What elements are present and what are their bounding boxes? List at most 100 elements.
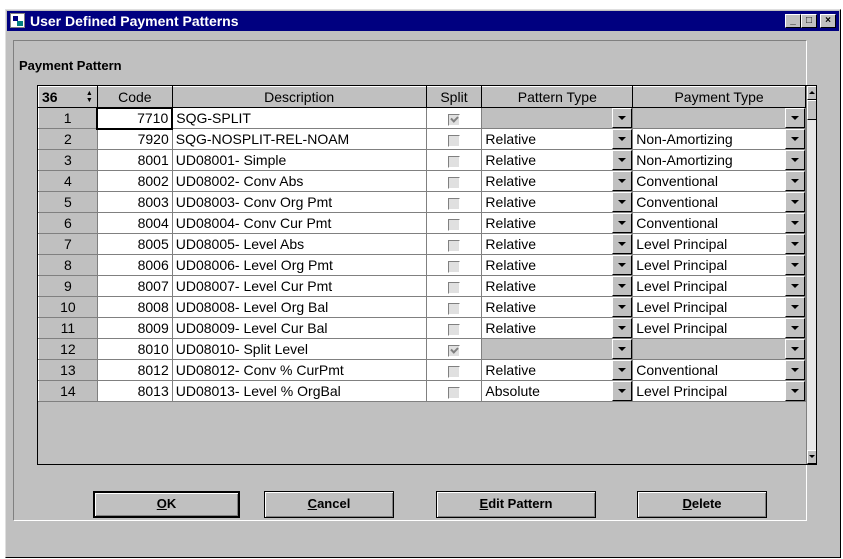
column-header-code[interactable]: Code (96, 86, 173, 108)
row-number[interactable]: 12 (38, 338, 98, 360)
chevron-down-icon[interactable] (785, 129, 805, 149)
chevron-down-icon[interactable] (785, 255, 805, 275)
table-row[interactable]: 12 8010 UD08010- Split Level (38, 338, 806, 360)
row-number[interactable]: 9 (38, 275, 98, 297)
pattern-type-dropdown[interactable]: Relative (481, 296, 634, 318)
chevron-down-icon[interactable] (785, 234, 805, 254)
checkbox-icon[interactable] (447, 156, 460, 169)
column-header-pattern-type[interactable]: Pattern Type (481, 86, 634, 108)
split-cell[interactable] (426, 149, 483, 171)
row-number[interactable]: 10 (38, 296, 98, 318)
row-number[interactable]: 5 (38, 191, 98, 213)
table-row[interactable]: 3 8001 UD08001- Simple Relative Non-Amortizi… (38, 149, 806, 171)
table-row[interactable]: 7 8005 UD08005- Level Abs Relative Level Pri… (38, 233, 806, 255)
checkbox-icon[interactable] (447, 282, 460, 295)
code-cell[interactable]: 8006 (97, 254, 173, 276)
table-row[interactable]: 14 8013 UD08013- Level % OrgBal Absolute Lev… (38, 380, 806, 402)
checkbox-icon[interactable] (447, 324, 460, 337)
split-cell[interactable] (426, 128, 483, 150)
chevron-down-icon[interactable] (612, 381, 632, 401)
checkbox-icon[interactable] (447, 198, 460, 211)
checkbox-icon[interactable] (447, 240, 460, 253)
row-number[interactable]: 3 (38, 149, 98, 171)
checkbox-icon[interactable] (447, 261, 460, 274)
chevron-down-icon[interactable] (612, 129, 632, 149)
split-cell[interactable] (426, 254, 483, 276)
code-cell[interactable]: 8001 (97, 149, 173, 171)
pattern-type-dropdown[interactable] (481, 338, 634, 360)
split-cell[interactable] (426, 359, 483, 381)
chevron-down-icon[interactable] (785, 108, 805, 128)
split-cell[interactable] (426, 380, 483, 402)
row-number[interactable]: 11 (38, 317, 98, 339)
code-cell[interactable]: 8007 (97, 275, 173, 297)
edit-pattern-button[interactable]: Edit Pattern (436, 491, 596, 518)
column-header-split[interactable]: Split (425, 86, 483, 108)
split-cell[interactable] (426, 212, 483, 234)
checkbox-icon[interactable] (447, 345, 460, 358)
payment-type-dropdown[interactable]: Level Principal (632, 275, 806, 297)
split-cell[interactable] (426, 107, 483, 129)
minimize-button[interactable]: _ (785, 14, 801, 28)
table-row[interactable]: 1 7710 SQG-SPLIT (38, 106, 806, 130)
description-cell[interactable]: UD08008- Level Org Bal (172, 296, 427, 318)
row-number[interactable]: 2 (38, 128, 98, 150)
pattern-type-dropdown[interactable]: Relative (481, 149, 634, 171)
maximize-button[interactable]: □ (801, 14, 817, 28)
chevron-down-icon[interactable] (785, 171, 805, 191)
chevron-down-icon[interactable] (612, 150, 632, 170)
chevron-down-icon[interactable] (612, 108, 632, 128)
chevron-down-icon[interactable] (612, 192, 632, 212)
table-row[interactable]: 11 8009 UD08009- Level Cur Bal Relative Leve… (38, 317, 806, 339)
chevron-down-icon[interactable] (612, 339, 632, 359)
pattern-type-dropdown[interactable]: Relative (481, 233, 634, 255)
description-cell[interactable]: UD08005- Level Abs (172, 233, 427, 255)
chevron-down-icon[interactable] (612, 297, 632, 317)
code-cell[interactable]: 8013 (97, 380, 173, 402)
description-cell[interactable]: UD08012- Conv % CurPmt (172, 359, 427, 381)
chevron-down-icon[interactable] (612, 276, 632, 296)
payment-type-dropdown[interactable]: Level Principal (632, 317, 806, 339)
split-cell[interactable] (426, 317, 483, 339)
checkbox-icon[interactable] (447, 387, 460, 400)
description-cell[interactable]: SQG-SPLIT (172, 107, 427, 129)
payment-type-dropdown[interactable]: Level Principal (632, 380, 806, 402)
table-row[interactable]: 5 8003 UD08003- Conv Org Pmt Relative Conven… (38, 191, 806, 213)
vertical-scrollbar[interactable] (806, 86, 816, 464)
checkbox-icon[interactable] (447, 135, 460, 148)
chevron-down-icon[interactable] (785, 276, 805, 296)
table-row[interactable]: 10 8008 UD08008- Level Org Bal Relative Leve… (38, 296, 806, 318)
payment-type-dropdown[interactable]: Level Principal (632, 233, 806, 255)
pattern-type-dropdown[interactable]: Relative (481, 317, 634, 339)
payment-type-dropdown[interactable]: Conventional (632, 170, 806, 192)
row-number[interactable]: 4 (38, 170, 98, 192)
table-row[interactable]: 2 7920 SQG-NOSPLIT-REL-NOAM Relative Non-Amo… (38, 128, 806, 150)
checkbox-icon[interactable] (447, 219, 460, 232)
pattern-type-dropdown[interactable]: Relative (481, 359, 634, 381)
chevron-down-icon[interactable] (785, 150, 805, 170)
code-cell[interactable]: 8004 (97, 212, 173, 234)
pattern-type-dropdown[interactable]: Relative (481, 275, 634, 297)
close-button[interactable]: × (820, 14, 836, 28)
code-cell[interactable]: 7710 (96, 106, 174, 130)
description-cell[interactable]: SQG-NOSPLIT-REL-NOAM (172, 128, 427, 150)
chevron-down-icon[interactable] (612, 318, 632, 338)
code-cell[interactable]: 8008 (97, 296, 173, 318)
row-number[interactable]: 8 (38, 254, 98, 276)
chevron-down-icon[interactable] (612, 360, 632, 380)
payment-type-dropdown[interactable] (632, 338, 806, 360)
chevron-down-icon[interactable] (785, 339, 805, 359)
split-cell[interactable] (426, 338, 483, 360)
split-cell[interactable] (426, 275, 483, 297)
payment-type-dropdown[interactable]: Conventional (632, 212, 806, 234)
description-cell[interactable]: UD08004- Conv Cur Pmt (172, 212, 427, 234)
chevron-down-icon[interactable] (785, 213, 805, 233)
payment-type-dropdown[interactable]: Non-Amortizing (632, 149, 806, 171)
payment-type-dropdown[interactable]: Non-Amortizing (632, 128, 806, 150)
row-number[interactable]: 13 (38, 359, 98, 381)
title-bar[interactable]: User Defined Payment Patterns _ □ × (7, 11, 839, 31)
spinner-icon[interactable]: ▲ ▼ (86, 90, 95, 104)
payment-type-dropdown[interactable]: Level Principal (632, 254, 806, 276)
column-header-payment-type[interactable]: Payment Type (632, 86, 806, 108)
chevron-down-icon[interactable] (785, 318, 805, 338)
